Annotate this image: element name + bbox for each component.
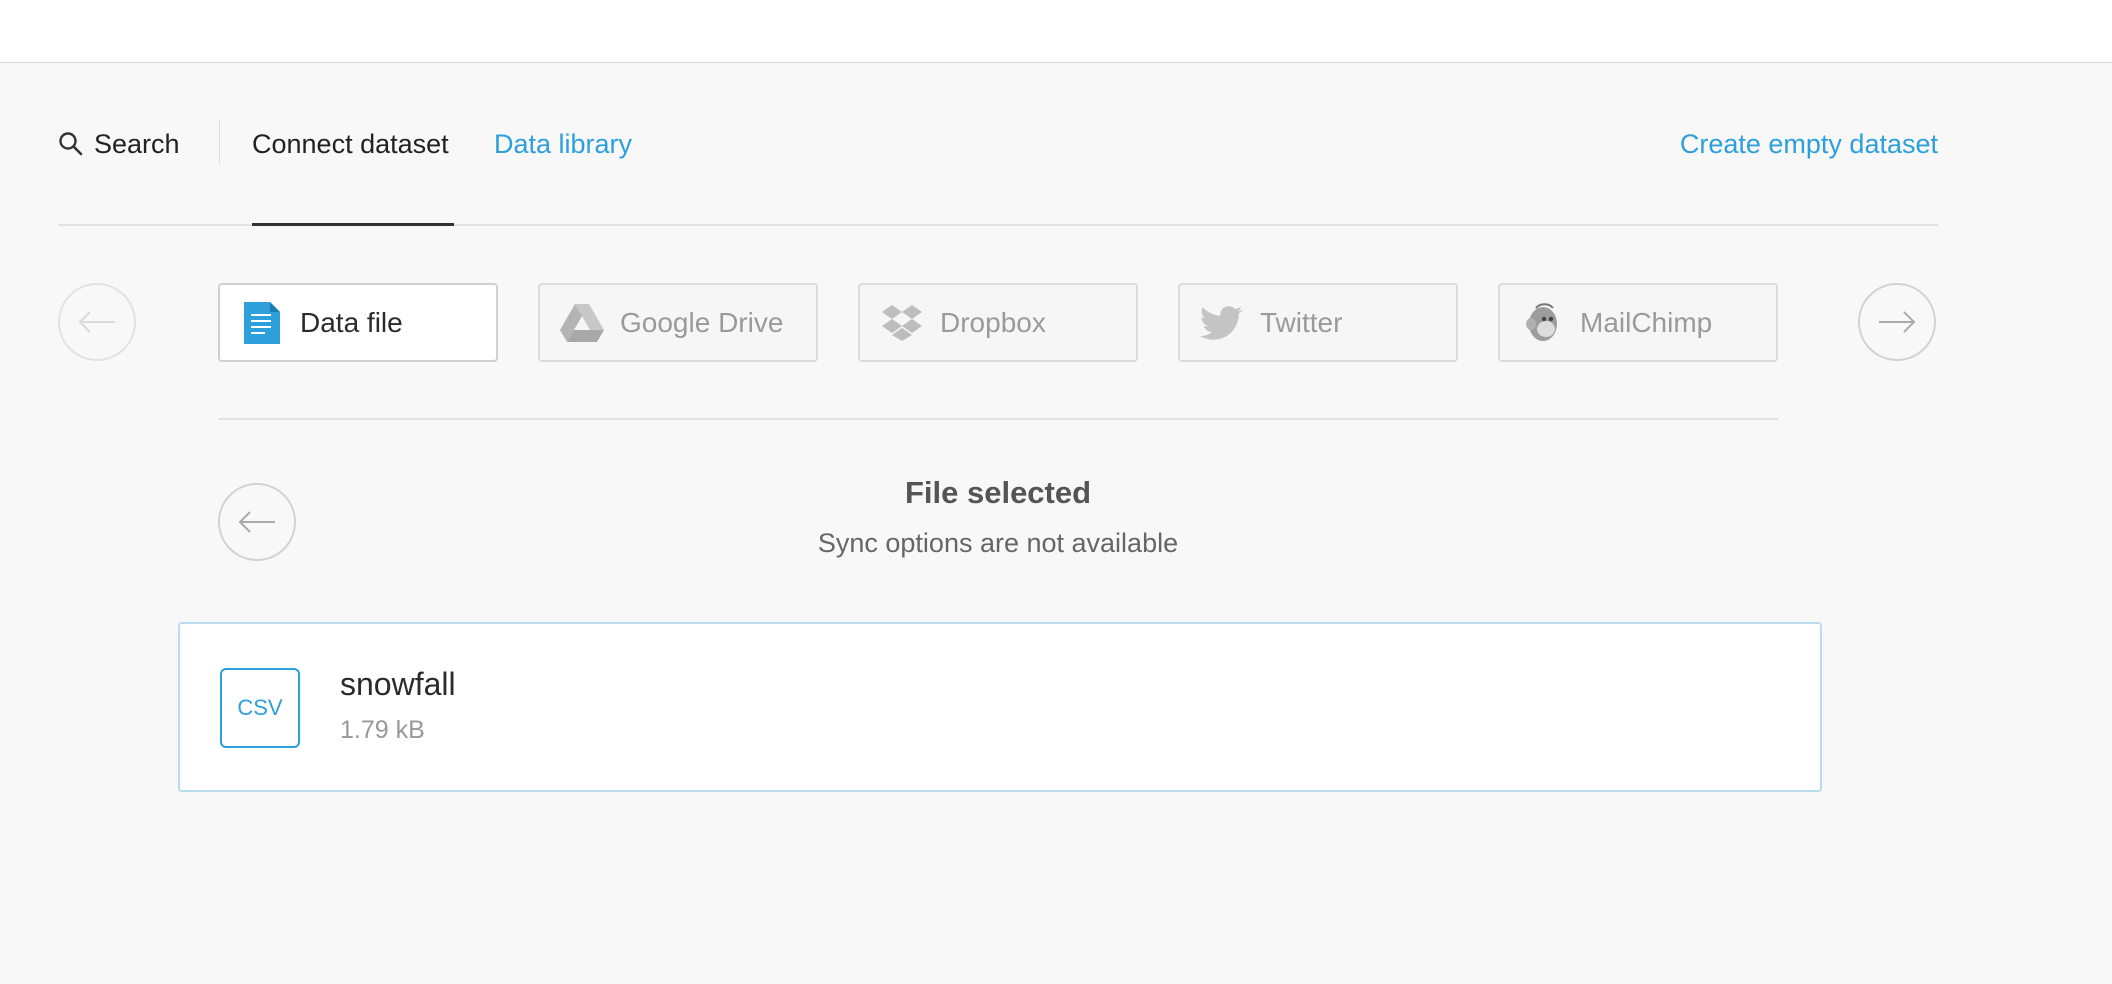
tab-connect-dataset[interactable]: Connect dataset bbox=[252, 126, 449, 162]
source-google-drive-label: Google Drive bbox=[620, 306, 784, 338]
tab-search[interactable]: Search bbox=[58, 126, 180, 162]
document-icon bbox=[240, 301, 284, 345]
source-dropbox[interactable]: Dropbox bbox=[858, 283, 1138, 362]
status-subtitle: Sync options are not available bbox=[817, 528, 1179, 558]
dataset-tabs: Search Connect dataset Data library Crea… bbox=[58, 100, 1938, 226]
active-tab-indicator bbox=[252, 223, 454, 226]
tab-search-label: Search bbox=[94, 129, 180, 159]
top-bar bbox=[0, 0, 2112, 63]
tab-data-library[interactable]: Data library bbox=[494, 126, 632, 162]
section-divider bbox=[218, 418, 1778, 420]
file-size: 1.79 kB bbox=[340, 716, 425, 744]
dropbox-icon bbox=[880, 301, 924, 345]
source-data-file-label: Data file bbox=[300, 306, 403, 338]
source-mailchimp-label: MailChimp bbox=[1580, 306, 1713, 338]
source-twitter[interactable]: Twitter bbox=[1178, 283, 1458, 362]
selected-file-card[interactable]: CSV snowfall 1.79 kB bbox=[178, 622, 1822, 792]
previous-sources-button[interactable] bbox=[58, 283, 136, 361]
file-name: snowfall bbox=[340, 666, 456, 702]
source-mailchimp[interactable]: MailChimp bbox=[1498, 283, 1778, 362]
source-dropbox-label: Dropbox bbox=[940, 306, 1046, 338]
tab-divider bbox=[219, 120, 220, 164]
google-drive-icon bbox=[560, 301, 604, 345]
csv-file-icon: CSV bbox=[220, 668, 300, 748]
source-data-file[interactable]: Data file bbox=[218, 283, 498, 362]
source-google-drive[interactable]: Google Drive bbox=[538, 283, 818, 362]
create-empty-dataset-link[interactable]: Create empty dataset bbox=[1680, 126, 1938, 162]
twitter-icon bbox=[1200, 301, 1244, 345]
arrow-left-icon bbox=[78, 311, 115, 333]
mailchimp-icon bbox=[1520, 301, 1564, 345]
status-title: File selected bbox=[904, 475, 1092, 510]
arrow-right-icon bbox=[1879, 311, 1916, 333]
source-twitter-label: Twitter bbox=[1260, 306, 1343, 338]
search-icon bbox=[59, 132, 83, 156]
next-sources-button[interactable] bbox=[1858, 283, 1936, 361]
